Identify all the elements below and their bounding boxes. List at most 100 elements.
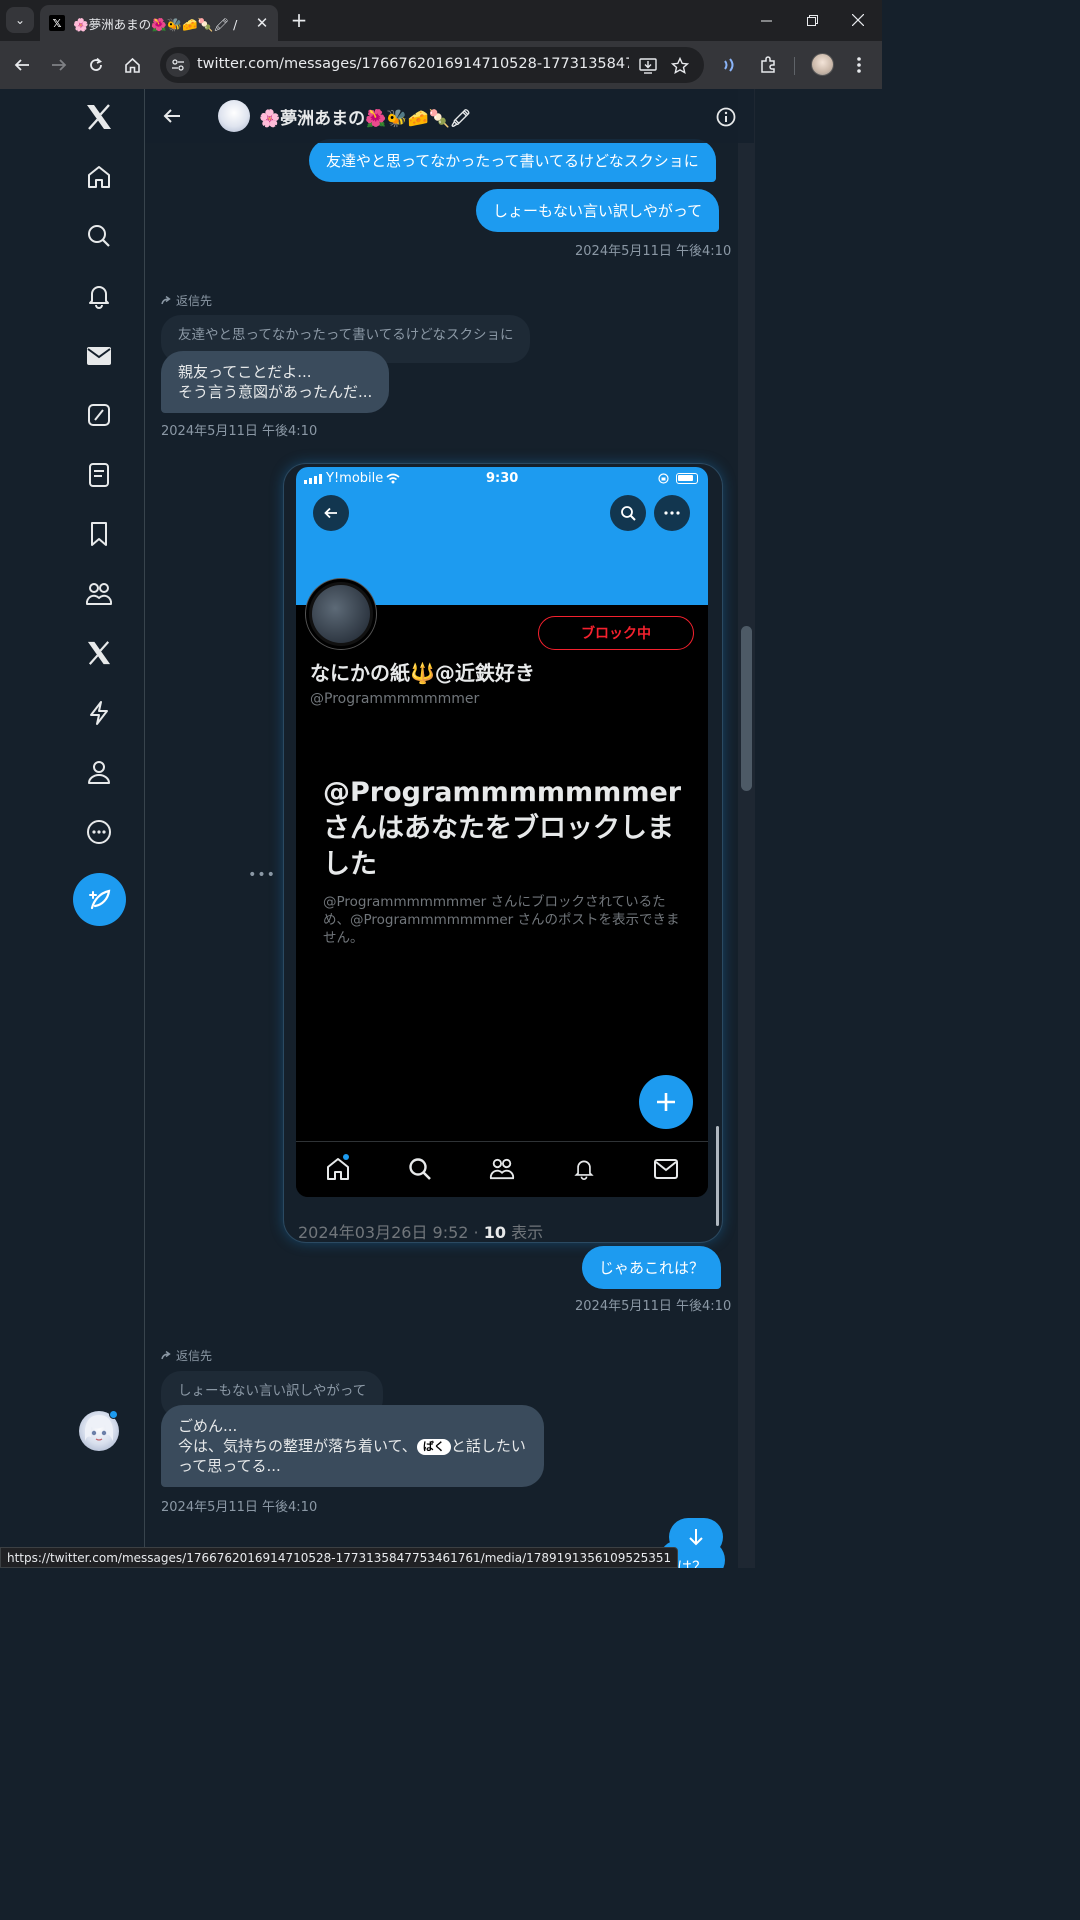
browser-toolbar: twitter.com/messages/1766762016914710528… <box>0 41 882 89</box>
communities-icon[interactable] <box>81 576 117 612</box>
browser-menu-icon[interactable] <box>845 51 873 79</box>
toolbar-divider <box>794 57 795 75</box>
reply-to-label: 返信先 <box>161 1347 212 1364</box>
phone-home-badge <box>343 1154 349 1160</box>
phone-tab-bar <box>296 1141 708 1197</box>
phone-mail-icon <box>651 1154 681 1184</box>
x-logo-icon[interactable] <box>81 99 117 135</box>
link-status-bar: https://twitter.com/messages/17667620169… <box>0 1547 679 1568</box>
extensions-icon[interactable] <box>754 51 782 79</box>
verified-orgs-bolt-icon[interactable] <box>81 695 117 731</box>
blocked-description: @Programmmmmmmer さんにブロックされているため、@Program… <box>323 894 680 946</box>
reply-arrow-icon <box>161 295 171 304</box>
reply-to-text: 返信先 <box>176 1349 213 1363</box>
contact-name[interactable]: 🌸夢洲あまの🌺🐝🧀🍡🖍 <box>259 104 471 129</box>
home-icon[interactable] <box>118 51 146 79</box>
message-timestamp: 2024年5月11日 午後4:10 <box>161 424 318 439</box>
page-scrollbar-thumb[interactable] <box>741 626 752 791</box>
tab-search-button[interactable]: ⌄ <box>6 7 34 33</box>
rotation-lock-icon <box>658 473 669 484</box>
bookmarks-icon[interactable] <box>81 516 117 552</box>
browser-tab[interactable]: 𝕏 🌸夢洲あまの🌺🐝🧀🍡🖍 / X ✕ <box>40 5 278 41</box>
phone-profile-avatar <box>306 579 376 649</box>
message-bubble-incoming[interactable]: 親友ってことだよ... そう言う意図があったんだ... <box>161 351 390 413</box>
explore-search-icon[interactable] <box>81 218 117 254</box>
post-meta: 2024年03月26日 9:52 · 10 表示 <box>298 1219 543 1242</box>
address-bar[interactable]: twitter.com/messages/1766762016914710528… <box>160 47 704 83</box>
media-scrollbar[interactable] <box>716 1126 719 1226</box>
blocked-title: @Programmmmmmmer さんはあなたをブロックしました <box>323 777 682 880</box>
message-line: 親友ってことだよ... <box>178 363 312 381</box>
conversation-info-icon[interactable] <box>714 105 738 129</box>
message-line: って思ってる... <box>178 1457 281 1475</box>
account-notification-dot <box>109 1410 118 1419</box>
reply-to-text: 返信先 <box>176 294 213 308</box>
profile-person-icon[interactable] <box>81 754 117 790</box>
conversation-header: 🌸夢洲あまの🌺🐝🧀🍡🖍 <box>145 89 754 143</box>
phone-time: 9:30 <box>486 471 519 486</box>
site-info-icon[interactable] <box>166 53 190 77</box>
x-favicon-icon: 𝕏 <box>49 15 65 31</box>
notifications-bell-icon[interactable] <box>81 278 117 314</box>
minimize-button[interactable] <box>743 0 789 40</box>
message-line: 今は、気持ちの整理が落ち着いて、 ばく と話したい <box>178 1436 527 1456</box>
message-line: ごめん... <box>178 1417 238 1435</box>
signal-icon <box>304 474 322 484</box>
back-icon[interactable] <box>8 51 36 79</box>
grok-icon[interactable] <box>81 397 117 433</box>
reply-arrow-icon <box>161 1350 171 1359</box>
home-nav-icon[interactable] <box>81 159 117 195</box>
post-date: 2024年03月26日 9:52 · <box>298 1223 484 1242</box>
phone-back-icon <box>313 495 349 531</box>
close-window-button[interactable] <box>835 0 881 40</box>
message-timestamp: 2024年5月11日 午後4:10 <box>161 1500 318 1515</box>
browser-tab-bar: ⌄ 𝕏 🌸夢洲あまの🌺🐝🧀🍡🖍 / X ✕ + <box>0 0 882 41</box>
x-sidebar <box>0 89 145 1568</box>
phone-communities-icon <box>487 1154 517 1184</box>
blocked-status-button: ブロック中 <box>538 616 694 650</box>
media-attachment[interactable]: Y!mobile 9:30 ブロック中 なにかの紙🔱@近鉄好き @Program… <box>284 464 722 1242</box>
install-app-icon[interactable] <box>637 55 659 77</box>
browser-profile-avatar[interactable] <box>811 53 834 76</box>
inline-sticker: ばく <box>416 1438 451 1455</box>
url-text: twitter.com/messages/1766762016914710528… <box>197 56 629 72</box>
page-scrollbar[interactable] <box>738 89 755 1568</box>
premium-x-icon[interactable] <box>81 635 117 671</box>
reply-to-label: 返信先 <box>161 292 212 309</box>
phone-search-tab-icon <box>405 1154 435 1184</box>
messages-mail-icon[interactable] <box>81 338 117 374</box>
read-aloud-icon[interactable] <box>717 51 745 79</box>
post-views-count: 10 <box>483 1223 506 1242</box>
post-views-label: 表示 <box>505 1223 544 1242</box>
conversation-panel: 🌸夢洲あまの🌺🐝🧀🍡🖍 友達やと思ってなかったって書いてるけどなスクショに しょ… <box>145 89 755 1568</box>
message-bubble-incoming[interactable]: ごめん... 今は、気持ちの整理が落ち着いて、 ばく と話したい って思ってる... <box>161 1405 544 1487</box>
tab-close-icon[interactable]: ✕ <box>252 13 272 33</box>
battery-icon <box>676 473 698 484</box>
bookmark-star-icon[interactable] <box>669 55 691 77</box>
back-arrow-icon[interactable] <box>159 103 185 129</box>
compose-post-button[interactable] <box>73 873 126 926</box>
reload-icon[interactable] <box>82 51 110 79</box>
screenshot-image: Y!mobile 9:30 ブロック中 なにかの紙🔱@近鉄好き @Program… <box>296 467 708 1197</box>
phone-status-bar: Y!mobile 9:30 <box>296 467 708 491</box>
message-timestamp: 2024年5月11日 午後4:10 <box>575 1299 732 1314</box>
message-line: そう言う意図があったんだ... <box>178 383 373 401</box>
message-bubble-outgoing[interactable]: しょーもない言い訳しやがって <box>476 189 720 232</box>
phone-profile-name: なにかの紙🔱@近鉄好き <box>310 661 535 685</box>
message-text: と話したい <box>450 1437 526 1455</box>
message-timestamp: 2024年5月11日 午後4:10 <box>575 244 732 259</box>
phone-compose-fab <box>639 1075 693 1129</box>
lists-icon[interactable] <box>81 457 117 493</box>
phone-search-icon <box>610 495 646 531</box>
phone-more-icon <box>654 495 690 531</box>
message-more-options-icon[interactable]: ••• <box>248 867 275 883</box>
tab-title: 🌸夢洲あまの🌺🐝🧀🍡🖍 / X <box>73 16 241 32</box>
restore-button[interactable] <box>789 0 835 40</box>
contact-avatar[interactable] <box>218 100 250 132</box>
message-bubble-outgoing[interactable]: じゃあこれは？ <box>582 1246 722 1289</box>
wifi-icon <box>386 473 400 484</box>
forward-icon[interactable] <box>45 51 73 79</box>
more-circle-icon[interactable] <box>81 814 117 850</box>
message-bubble-outgoing[interactable]: 友達やと思ってなかったって書いてるけどなスクショに <box>309 139 716 182</box>
new-tab-button[interactable]: + <box>288 8 310 32</box>
